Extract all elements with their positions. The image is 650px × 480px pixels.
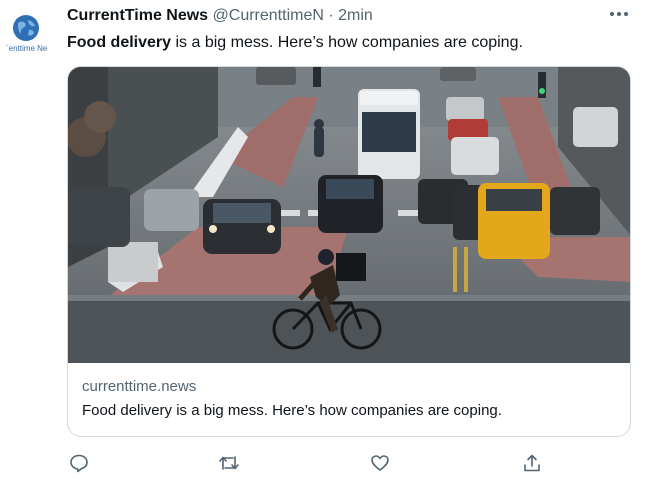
tweet-text-bold: Food delivery [67, 34, 172, 51]
tweet-actions [0, 448, 650, 478]
like-icon [371, 455, 389, 471]
globe-icon [13, 15, 39, 41]
retweet-icon [219, 456, 239, 470]
retweet-button[interactable] [216, 450, 242, 476]
author-handle[interactable]: @CurrenttimeN [213, 7, 324, 24]
more-icon [610, 12, 628, 16]
share-button[interactable] [519, 450, 545, 476]
avatar[interactable]: ´enttime Ne [6, 10, 50, 58]
card-image[interactable] [68, 67, 630, 363]
avatar-label: ´enttime Ne [6, 44, 48, 53]
reply-button[interactable] [66, 450, 92, 476]
author-name[interactable]: CurrentTime News [67, 7, 208, 24]
share-icon [524, 454, 540, 472]
like-button[interactable] [367, 450, 393, 476]
tweet-timestamp[interactable]: 2min [338, 7, 373, 24]
card-meta: currenttime.news Food delivery is a big … [82, 377, 616, 422]
tweet-header: CurrentTime News @CurrenttimeN · 2min [67, 6, 630, 26]
reply-icon [70, 454, 88, 473]
tweet-text-rest: is a big mess. Here’s how companies are … [171, 34, 523, 51]
tweet-text: Food delivery is a big mess. Here’s how … [67, 32, 630, 54]
link-card[interactable]: currenttime.news Food delivery is a big … [67, 66, 631, 437]
header-separator: · [328, 7, 334, 24]
more-button[interactable] [608, 4, 630, 24]
street-photo [68, 67, 630, 363]
card-domain: currenttime.news [82, 378, 197, 395]
card-title: Food delivery is a big mess. Here’s how … [82, 402, 502, 419]
